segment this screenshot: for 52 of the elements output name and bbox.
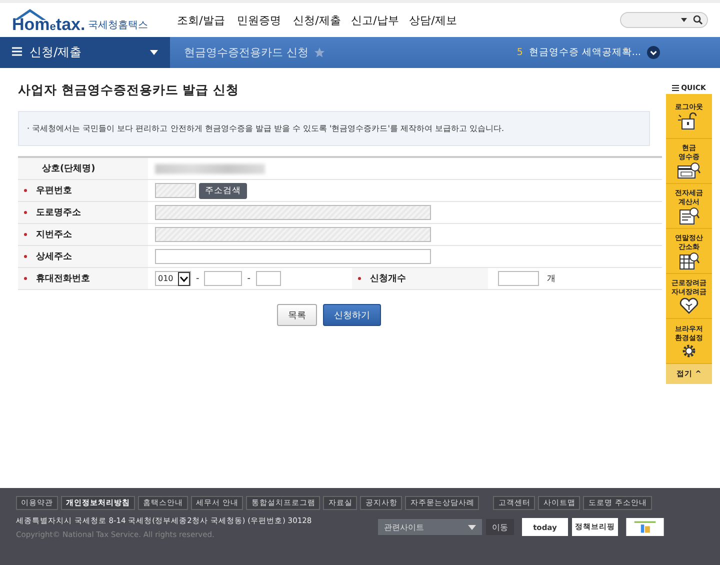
notice-text: · 국세청에서는 국민들이 보다 편리하고 안전하게 현금영수증을 발급 받을 수 있도록 '현금영수증카드'를 제작하여 보급하고 있습니다.	[27, 124, 504, 134]
menu-icon[interactable]	[12, 47, 22, 56]
dash: -	[246, 274, 252, 284]
menu-item[interactable]: 신고/납부	[346, 12, 404, 28]
go-button[interactable]: 이동	[486, 519, 514, 536]
recent-menu-text[interactable]: 현금영수증 세액공제확...	[528, 46, 641, 60]
field-label: 신청개수	[370, 273, 406, 286]
form-button[interactable]: 신청하기	[323, 304, 381, 326]
unit-label: 개	[547, 272, 556, 285]
chevron-down-icon	[178, 272, 190, 286]
count-field[interactable]	[498, 271, 539, 286]
search-field[interactable]	[620, 12, 708, 28]
caret-icon	[468, 524, 476, 530]
address-field[interactable]	[155, 205, 431, 220]
phone-field[interactable]	[204, 271, 242, 286]
star-icon[interactable]	[314, 47, 324, 58]
menu-item[interactable]: 민원증명	[230, 12, 288, 28]
heart-icon	[679, 296, 699, 315]
field-label: 상호(단체명)	[42, 163, 96, 176]
menu-item[interactable]: 신청/제출	[288, 12, 346, 28]
menu-item[interactable]: 조회/발급	[172, 12, 230, 28]
search-icon[interactable]	[693, 15, 703, 26]
menu-item[interactable]: 상담/제보	[404, 12, 462, 28]
chevron-down-icon[interactable]	[647, 46, 660, 60]
menu-icon	[672, 85, 680, 92]
field-label: 상세주소	[36, 251, 72, 264]
phone-prefix-select[interactable]: 010	[155, 271, 191, 286]
field-label: 지번주소	[36, 229, 72, 242]
required-mark	[358, 277, 361, 280]
hometax-logo[interactable]: Hometax. 국세청홈택스	[12, 5, 152, 36]
related-sites-select[interactable]: 관련사이트	[378, 519, 482, 536]
field-label: 휴대전화번호	[36, 273, 90, 286]
breadcrumb: 현금영수증전용카드 신청	[170, 45, 324, 60]
field-label: 도로명주소	[36, 207, 81, 220]
detail-address-field[interactable]	[155, 249, 431, 264]
dash: -	[195, 274, 200, 284]
form-button[interactable]: 목록	[277, 304, 317, 326]
section-title: 신청/제출	[30, 45, 82, 60]
recent-count: 5	[516, 47, 523, 58]
phone-field[interactable]	[256, 271, 280, 286]
document-search-icon	[678, 206, 700, 225]
caret-icon	[681, 18, 687, 22]
section-dropdown[interactable]: 신청/제출	[0, 37, 170, 68]
card-icon	[677, 162, 701, 180]
table-search-icon	[678, 252, 700, 270]
zip-code-field[interactable]	[155, 183, 196, 198]
caret-icon	[150, 50, 158, 56]
address-field[interactable]	[155, 227, 431, 242]
address-search-button[interactable]: 주소검색	[199, 182, 247, 199]
settings-icon	[681, 342, 697, 359]
field-label: 우편번호	[36, 185, 72, 198]
page-title: 사업자 현금영수증전용카드 발급 신청	[18, 82, 240, 100]
